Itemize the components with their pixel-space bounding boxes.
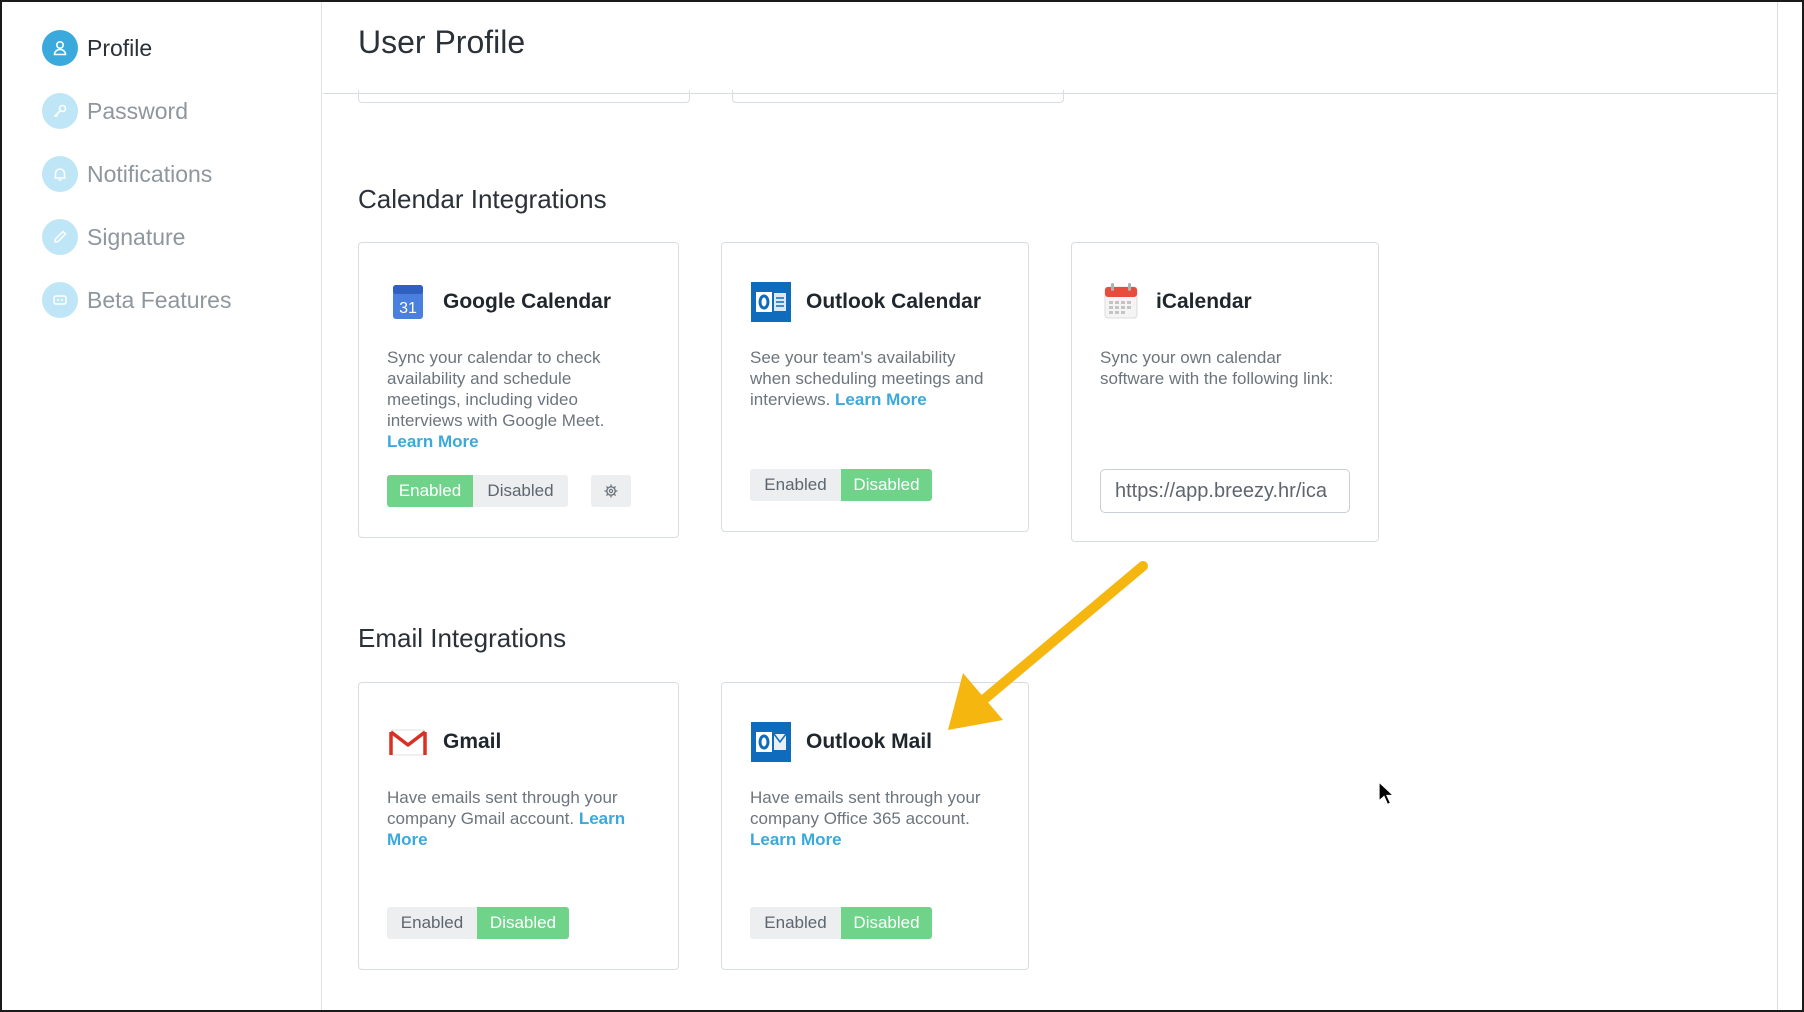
card-title: Outlook Calendar xyxy=(806,290,982,313)
enabled-button[interactable]: Enabled xyxy=(750,907,841,939)
settings-button[interactable] xyxy=(591,475,631,507)
disabled-button[interactable]: Disabled xyxy=(477,907,569,939)
card-title: iCalendar xyxy=(1156,290,1252,313)
card-description: See your team's availability when schedu… xyxy=(750,347,1000,410)
card-description: Have emails sent through your company Gm… xyxy=(387,787,647,850)
card-description: Have emails sent through your company Of… xyxy=(750,787,1000,850)
sidebar-item-label: Profile xyxy=(87,34,153,61)
sidebar-item-profile[interactable]: Profile xyxy=(42,28,152,68)
card-description-text: Have emails sent through your company Of… xyxy=(750,788,981,828)
mouse-cursor-icon xyxy=(1378,781,1396,806)
card-description: Sync your own calendar software with the… xyxy=(1100,348,1334,388)
card-title: Gmail xyxy=(443,730,502,753)
icalendar-link-input[interactable] xyxy=(1100,469,1350,513)
enabled-button[interactable]: Enabled xyxy=(387,907,477,939)
learn-more-link[interactable]: Learn More xyxy=(750,830,842,849)
disabled-button[interactable]: Disabled xyxy=(841,907,932,939)
sidebar-item-signature[interactable]: Signature xyxy=(42,217,185,257)
bell-icon xyxy=(42,156,78,192)
learn-more-link[interactable]: Learn More xyxy=(387,432,479,451)
beta-icon xyxy=(42,282,78,318)
enable-toggle: Enabled Disabled xyxy=(750,469,932,501)
sidebar-item-label: Password xyxy=(87,97,188,124)
card-title: Outlook Mail xyxy=(806,730,932,753)
sidebar-item-password[interactable]: Password xyxy=(42,91,188,131)
outlook-calendar-card: Outlook Calendar See your team's availab… xyxy=(721,242,1029,532)
sidebar: Profile Password Notifications Signature… xyxy=(2,2,322,1010)
card-bottom-edge xyxy=(732,90,1064,103)
key-icon xyxy=(42,93,78,129)
gmail-card: Gmail Have emails sent through your comp… xyxy=(358,682,679,970)
card-title: Google Calendar xyxy=(443,290,612,313)
icalendar-icon xyxy=(1104,283,1138,319)
outlook-mail-icon xyxy=(751,722,791,762)
google-calendar-card: 31 Google Calendar Sync your calendar to… xyxy=(358,242,679,538)
card-description-text: Sync your calendar to check availability… xyxy=(387,348,605,430)
sidebar-item-notifications[interactable]: Notifications xyxy=(42,154,212,194)
card-description: Sync your calendar to check availability… xyxy=(387,347,627,452)
card-bottom-edge xyxy=(358,90,690,103)
content-divider xyxy=(1777,2,1778,1010)
user-icon xyxy=(42,30,78,66)
email-integrations-heading: Email Integrations xyxy=(358,623,567,653)
icalendar-card: iCalendar Sync your own calendar softwar… xyxy=(1071,242,1379,542)
enable-toggle: Enabled Disabled xyxy=(750,907,932,939)
enabled-button[interactable]: Enabled xyxy=(387,475,473,507)
pencil-icon xyxy=(42,219,78,255)
enable-toggle: Enabled Disabled xyxy=(387,475,568,507)
learn-more-link[interactable]: Learn More xyxy=(835,390,927,409)
outlook-calendar-icon xyxy=(751,282,791,322)
outlook-mail-card: Outlook Mail Have emails sent through yo… xyxy=(721,682,1029,970)
page-header: User Profile xyxy=(323,2,1778,94)
page-title: User Profile xyxy=(358,24,526,60)
sidebar-item-label: Beta Features xyxy=(87,286,232,313)
sidebar-item-label: Notifications xyxy=(87,160,213,187)
enable-toggle: Enabled Disabled xyxy=(387,907,569,939)
disabled-button[interactable]: Disabled xyxy=(473,475,568,507)
sidebar-item-label: Signature xyxy=(87,223,186,250)
gear-icon xyxy=(604,484,618,498)
enabled-button[interactable]: Enabled xyxy=(750,469,841,501)
google-calendar-icon-text: 31 xyxy=(399,300,417,317)
calendar-integrations-heading: Calendar Integrations xyxy=(358,184,607,214)
disabled-button[interactable]: Disabled xyxy=(841,469,932,501)
google-calendar-icon: 31 xyxy=(393,285,423,319)
sidebar-item-beta-features[interactable]: Beta Features xyxy=(42,280,231,320)
gmail-icon xyxy=(389,729,427,756)
